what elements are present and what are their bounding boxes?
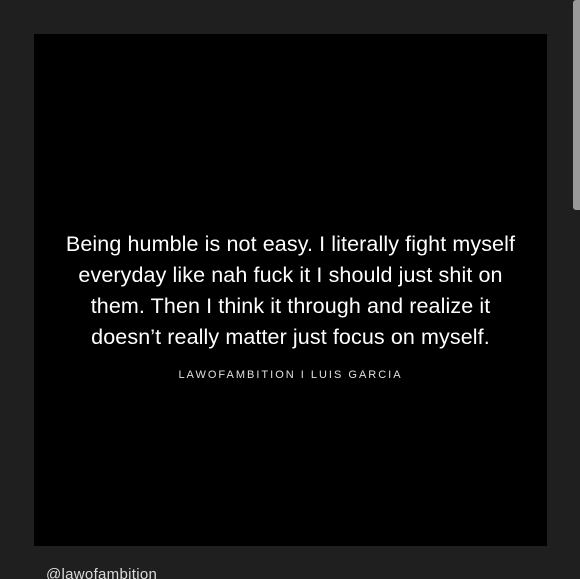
- quote-text: Being humble is not easy. I literally fi…: [65, 232, 516, 349]
- scrollbar-thumb[interactable]: [573, 0, 580, 210]
- quote-attribution: LAWOFAMBITION I LUIS GARCIA: [178, 369, 403, 381]
- quote-post-image[interactable]: Being humble is not easy. I literally fi…: [34, 34, 547, 546]
- feed-screen: Being humble is not easy. I literally fi…: [0, 0, 580, 579]
- account-handle-link[interactable]: @lawofambition: [46, 566, 157, 579]
